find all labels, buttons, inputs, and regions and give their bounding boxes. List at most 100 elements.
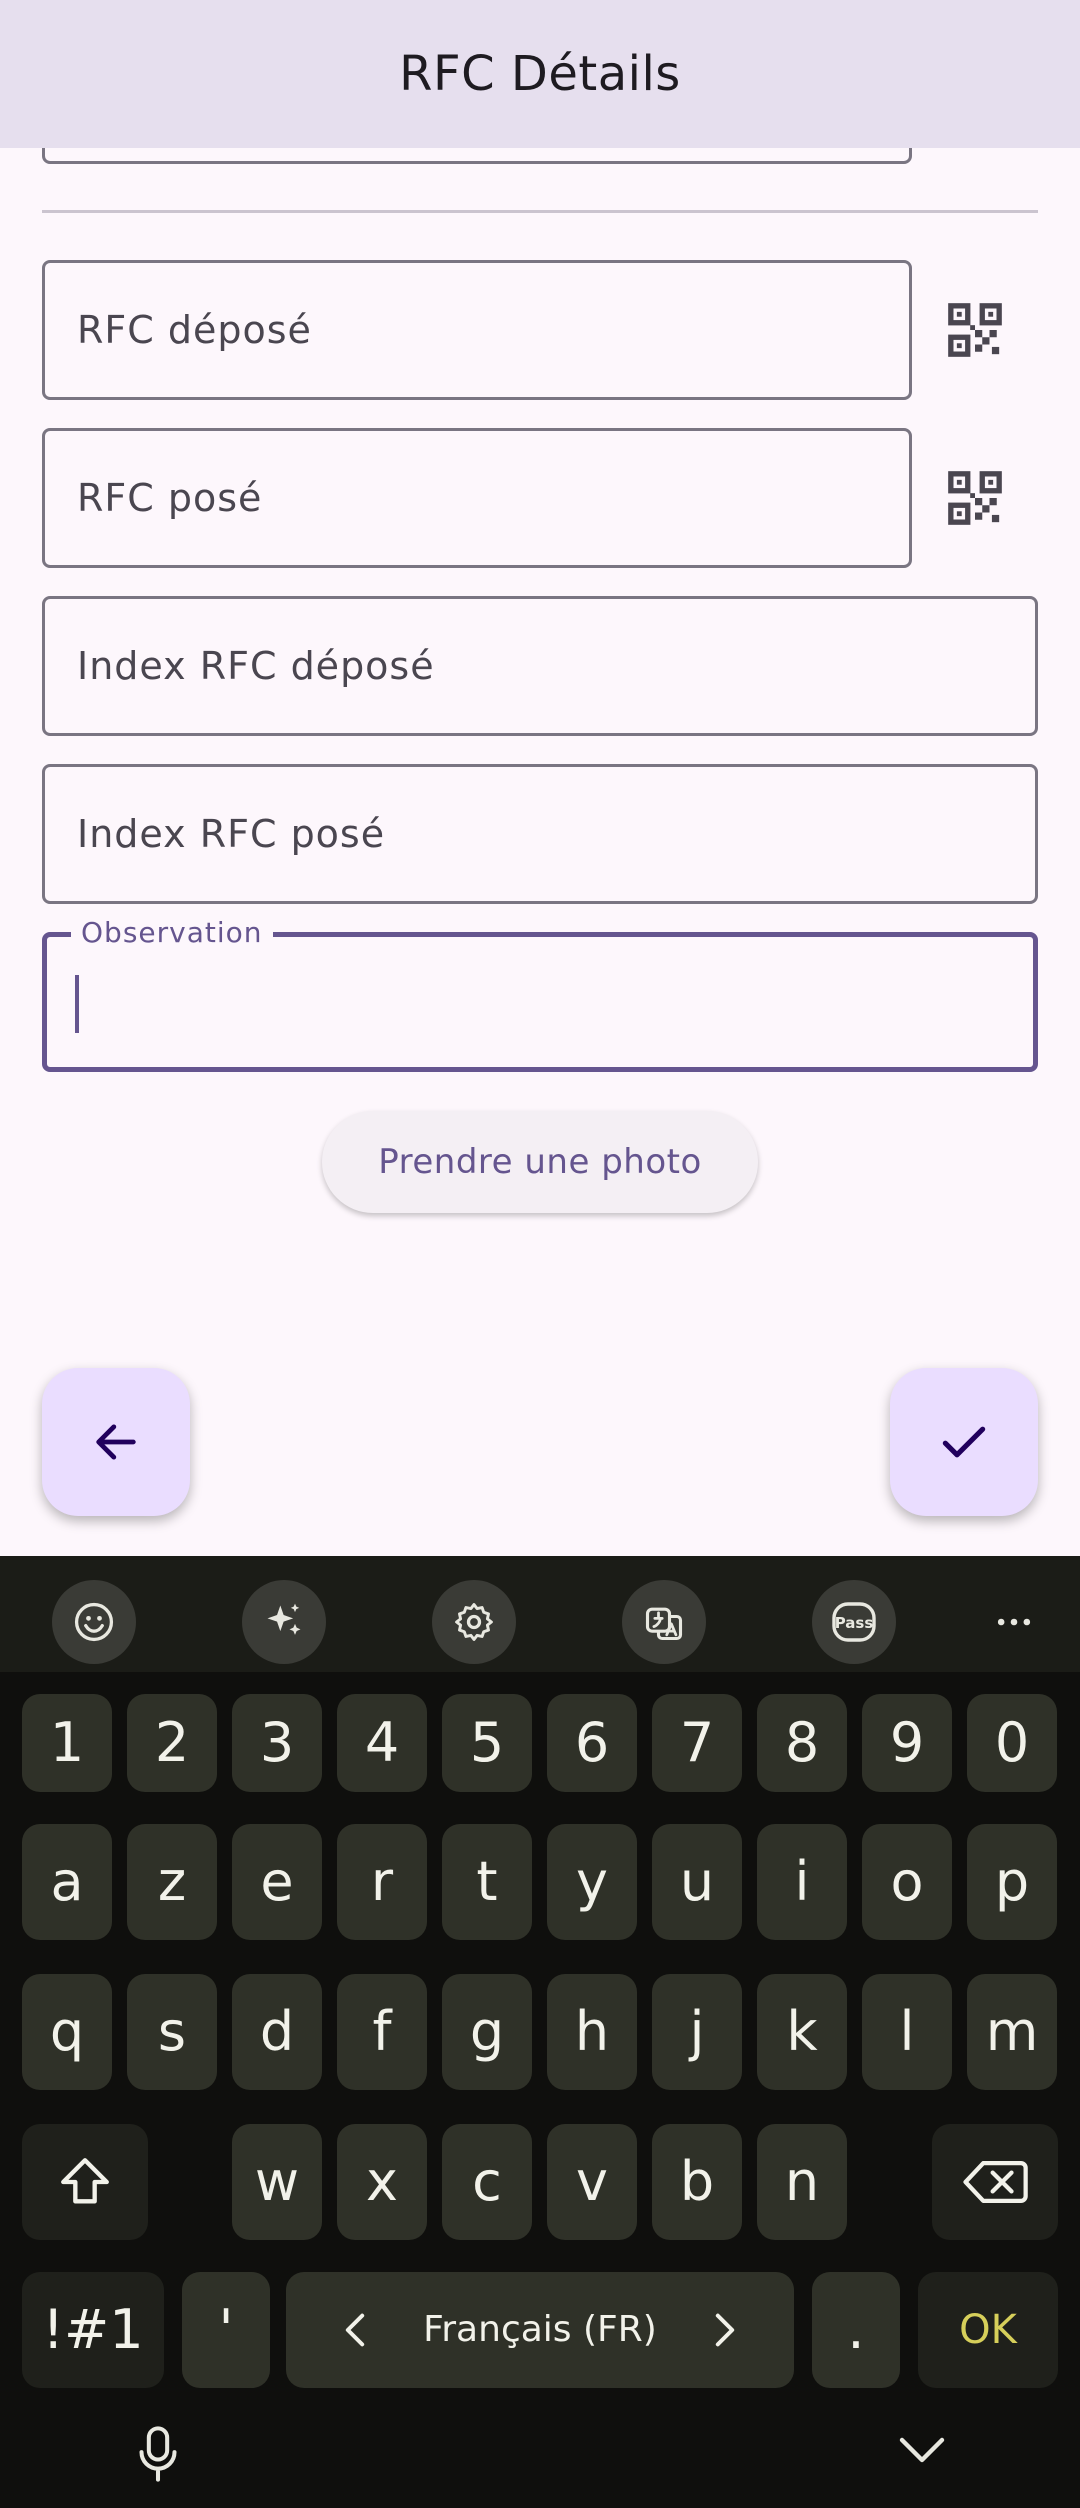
key-k[interactable]: k	[757, 1974, 847, 2090]
pass-button[interactable]: Pass	[812, 1580, 896, 1664]
arrow-left-icon	[96, 1424, 136, 1460]
key-5[interactable]: 5	[442, 1694, 532, 1792]
rfc-depose-field[interactable]: RFC déposé	[42, 260, 912, 400]
key-o[interactable]: o	[862, 1824, 952, 1940]
key-q[interactable]: q	[22, 1974, 112, 2090]
take-photo-button[interactable]: Prendre une photo	[322, 1111, 758, 1213]
key-u-label: u	[679, 1850, 715, 1913]
key-y-label: y	[576, 1850, 608, 1913]
key-g[interactable]: g	[442, 1974, 532, 2090]
key-0[interactable]: 0	[967, 1694, 1057, 1792]
shift-icon	[61, 2158, 109, 2204]
rfc-pose-field[interactable]: RFC posé	[42, 428, 912, 568]
key-x-label: x	[366, 2150, 398, 2213]
key-a[interactable]: a	[22, 1824, 112, 1940]
observation-field[interactable]: Observation	[42, 917, 1038, 1072]
key-b[interactable]: b	[652, 2124, 742, 2240]
key-d[interactable]: d	[232, 1974, 322, 2090]
key-z-label: z	[157, 1850, 187, 1913]
key-n-label: n	[784, 2150, 820, 2213]
qr-scan-icon[interactable]	[946, 301, 1004, 359]
key-c[interactable]: c	[442, 2124, 532, 2240]
emoji-button[interactable]	[52, 1580, 136, 1664]
key-p[interactable]: p	[967, 1824, 1057, 1940]
key-x[interactable]: x	[337, 2124, 427, 2240]
index-rfc-pose-field[interactable]: Index RFC posé	[42, 764, 1038, 904]
key-4[interactable]: 4	[337, 1694, 427, 1792]
ok-key[interactable]: OK	[918, 2272, 1058, 2388]
back-button[interactable]	[42, 1368, 190, 1516]
settings-button[interactable]	[432, 1580, 516, 1664]
key-e[interactable]: e	[232, 1824, 322, 1940]
keyboard: Pass 1 2 3 4 5 6 7 8 9 0 a z e r t y u i o p q s d f g h j k l m w x c v b…	[0, 1556, 1080, 2508]
key-d-label: d	[259, 2000, 295, 2063]
period-key[interactable]: .	[812, 2272, 900, 2388]
key-v-label: v	[576, 2150, 608, 2213]
key-l[interactable]: l	[862, 1974, 952, 2090]
key-8[interactable]: 8	[757, 1694, 847, 1792]
chevron-right-icon	[715, 2313, 735, 2347]
key-o-label: o	[890, 1850, 924, 1913]
apostrophe-key[interactable]: '	[182, 2272, 270, 2388]
key-f[interactable]: f	[337, 1974, 427, 2090]
backspace-key[interactable]	[932, 2124, 1058, 2240]
key-0-label: 0	[994, 1711, 1030, 1774]
rfc-depose-placeholder: RFC déposé	[77, 308, 312, 352]
key-i[interactable]: i	[757, 1824, 847, 1940]
divider	[42, 210, 1038, 213]
pass-icon-label: Pass	[835, 1614, 874, 1632]
key-u[interactable]: u	[652, 1824, 742, 1940]
qr-scan-icon[interactable]	[946, 469, 1004, 527]
key-t[interactable]: t	[442, 1824, 532, 1940]
key-g-label: g	[469, 2000, 505, 2063]
key-s-label: s	[157, 2000, 187, 2063]
key-r[interactable]: r	[337, 1824, 427, 1940]
key-j-label: j	[689, 2000, 705, 2063]
key-p-label: p	[994, 1850, 1030, 1913]
apostrophe-key-label: '	[218, 2298, 234, 2361]
key-2[interactable]: 2	[127, 1694, 217, 1792]
translate-icon	[645, 1607, 683, 1641]
key-k-label: k	[786, 2000, 818, 2063]
key-w[interactable]: w	[232, 2124, 322, 2240]
key-6[interactable]: 6	[547, 1694, 637, 1792]
key-1[interactable]: 1	[22, 1694, 112, 1792]
microphone-icon[interactable]	[136, 2424, 180, 2484]
check-icon	[942, 1426, 986, 1458]
symbols-key[interactable]: !#1	[22, 2272, 164, 2388]
previous-field-partial[interactable]	[42, 148, 912, 164]
key-b-label: b	[679, 2150, 715, 2213]
translate-button[interactable]	[622, 1580, 706, 1664]
key-j[interactable]: j	[652, 1974, 742, 2090]
key-r-label: r	[370, 1850, 394, 1913]
period-key-label: .	[847, 2298, 865, 2361]
symbols-key-label: !#1	[42, 2298, 144, 2361]
ai-button[interactable]	[242, 1580, 326, 1664]
key-s[interactable]: s	[127, 1974, 217, 2090]
key-y[interactable]: y	[547, 1824, 637, 1940]
space-key[interactable]: Français (FR)	[286, 2272, 794, 2388]
key-h[interactable]: h	[547, 1974, 637, 2090]
navigation-bar	[0, 2412, 1080, 2508]
key-7[interactable]: 7	[652, 1694, 742, 1792]
chevron-down-icon[interactable]	[898, 2430, 946, 2470]
index-rfc-depose-field[interactable]: Index RFC déposé	[42, 596, 1038, 736]
key-3[interactable]: 3	[232, 1694, 322, 1792]
key-m[interactable]: m	[967, 1974, 1057, 2090]
backspace-icon	[963, 2161, 1028, 2203]
key-q-label: q	[49, 2000, 85, 2063]
key-n[interactable]: n	[757, 2124, 847, 2240]
key-h-label: h	[574, 2000, 610, 2063]
key-v[interactable]: v	[547, 2124, 637, 2240]
more-button[interactable]	[972, 1580, 1056, 1664]
confirm-button[interactable]	[890, 1368, 1038, 1516]
key-8-label: 8	[784, 1711, 820, 1774]
key-9[interactable]: 9	[862, 1694, 952, 1792]
key-9-label: 9	[889, 1711, 925, 1774]
key-w-label: w	[254, 2150, 300, 2213]
keyboard-toolbar: Pass	[0, 1556, 1080, 1672]
index-rfc-pose-placeholder: Index RFC posé	[77, 812, 386, 856]
shift-key[interactable]	[22, 2124, 148, 2240]
key-z[interactable]: z	[127, 1824, 217, 1940]
key-3-label: 3	[259, 1711, 295, 1774]
